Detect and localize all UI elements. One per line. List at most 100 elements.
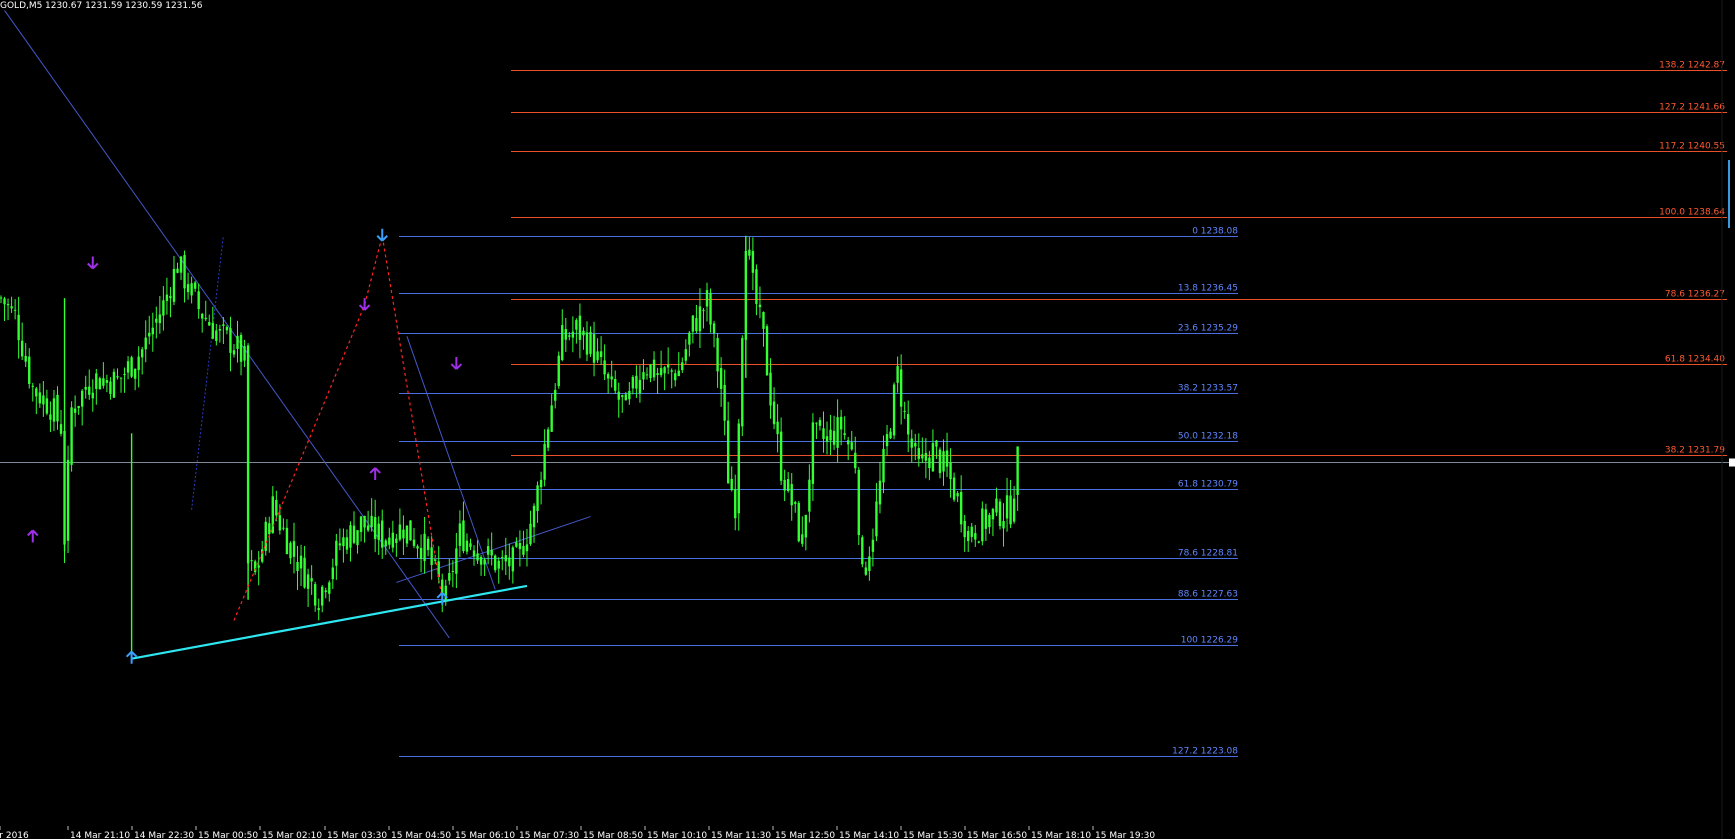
candle-body xyxy=(144,337,147,350)
candle-body xyxy=(959,491,963,525)
candle-body xyxy=(903,410,906,412)
candle-body xyxy=(193,282,197,289)
time-axis-label: 15 Mar 15:30 xyxy=(903,831,963,839)
candle-body xyxy=(366,525,370,531)
candle-body xyxy=(112,371,116,398)
candle-body xyxy=(229,327,232,353)
time-axis-label: 15 Mar 14:10 xyxy=(839,831,899,839)
candle-body xyxy=(190,283,193,296)
candle-body xyxy=(529,523,532,545)
price-chart[interactable]: 0 1238.08 13.8 1236.45 23.6 1235.29 38.2 12… xyxy=(0,0,1735,839)
candle-body xyxy=(10,306,13,309)
candle-body xyxy=(423,533,426,562)
fib-expansion-label: 38.2 1231.79 xyxy=(1665,446,1725,456)
candle-body xyxy=(931,443,935,472)
candle-body xyxy=(522,546,525,555)
candle-body xyxy=(232,350,236,355)
candle-body xyxy=(359,516,363,533)
candle-body xyxy=(324,590,327,593)
candle-body xyxy=(656,373,659,376)
candle-body xyxy=(532,505,536,528)
candle-body xyxy=(899,369,903,407)
candle-body xyxy=(465,540,469,552)
candle-body xyxy=(868,556,871,572)
candle-body xyxy=(275,499,278,516)
candle-body xyxy=(204,317,207,320)
candle-body xyxy=(907,414,910,435)
candle-body xyxy=(765,326,769,376)
candle-body xyxy=(832,430,836,445)
fib-expansion-label: 61.8 1234.40 xyxy=(1665,355,1725,365)
candle-body xyxy=(328,582,331,594)
candle-body xyxy=(1012,498,1016,522)
candle-body xyxy=(561,325,564,360)
candle-body xyxy=(621,395,624,397)
candle-body xyxy=(998,501,1002,527)
candle-body xyxy=(967,530,970,542)
time-axis-label: 15 Mar 07:30 xyxy=(519,831,579,839)
candle-body xyxy=(141,349,144,358)
candle-body xyxy=(564,329,567,340)
candle-body xyxy=(476,553,479,561)
candle-body xyxy=(494,555,497,571)
candle-body xyxy=(183,255,186,289)
candle-body xyxy=(35,388,38,397)
candle-body xyxy=(483,559,486,565)
candle-body xyxy=(472,550,476,557)
candle-body xyxy=(388,537,391,545)
candle-body xyxy=(45,398,49,414)
candle-body xyxy=(783,479,786,491)
candle-body xyxy=(426,538,430,551)
candle-body xyxy=(352,525,356,543)
candle-body xyxy=(688,332,691,345)
candle-body xyxy=(779,431,783,481)
candle-body xyxy=(419,547,423,559)
candle-body xyxy=(596,351,599,361)
candle-body xyxy=(518,543,522,550)
candle-body xyxy=(970,526,973,537)
candle-body xyxy=(313,584,317,606)
candle-body xyxy=(677,370,680,377)
candle-body xyxy=(102,378,105,386)
candle-body xyxy=(599,351,603,358)
candle-body xyxy=(1016,446,1019,495)
candle-body xyxy=(896,366,899,383)
candle-body xyxy=(850,442,853,450)
candle-body xyxy=(38,392,42,404)
candle-body xyxy=(370,515,373,528)
candle-body xyxy=(892,384,896,436)
candle-body xyxy=(222,324,225,326)
candle-body xyxy=(942,451,945,472)
candle-body xyxy=(123,373,126,376)
candle-body xyxy=(928,457,931,469)
fib-retracement-label: 127.2 1223.08 xyxy=(1172,747,1238,757)
candle-body xyxy=(239,335,243,362)
candle-body xyxy=(130,357,133,377)
candle-body xyxy=(945,450,949,467)
candle-body xyxy=(109,381,112,394)
candle-body xyxy=(20,340,24,357)
candle-body xyxy=(666,364,670,368)
chart-canvas[interactable]: 0 1238.08 13.8 1236.45 23.6 1235.29 38.2 12… xyxy=(0,0,1735,839)
candle-body xyxy=(158,314,162,324)
candle-body xyxy=(317,608,320,611)
time-axis-label: 14 Mar 21:10 xyxy=(70,831,130,839)
candle-body xyxy=(88,386,91,395)
time-axis-label: 15 Mar 10:10 xyxy=(647,831,707,839)
candle-body xyxy=(843,433,846,436)
candle-body xyxy=(186,284,190,293)
candle-body xyxy=(515,542,518,547)
candle-body xyxy=(49,414,52,420)
candle-body xyxy=(1009,495,1012,525)
candle-body xyxy=(737,423,740,514)
fib-retracement-label: 50.0 1232.18 xyxy=(1178,432,1238,442)
candle-body xyxy=(730,478,733,491)
candle-body xyxy=(801,534,804,544)
candle-body xyxy=(857,469,860,536)
candle-body xyxy=(839,416,843,430)
candle-body xyxy=(652,359,656,378)
candle-body xyxy=(854,452,857,469)
candle-body xyxy=(659,368,663,376)
candle-body xyxy=(575,320,578,330)
chart-background xyxy=(0,0,1735,839)
